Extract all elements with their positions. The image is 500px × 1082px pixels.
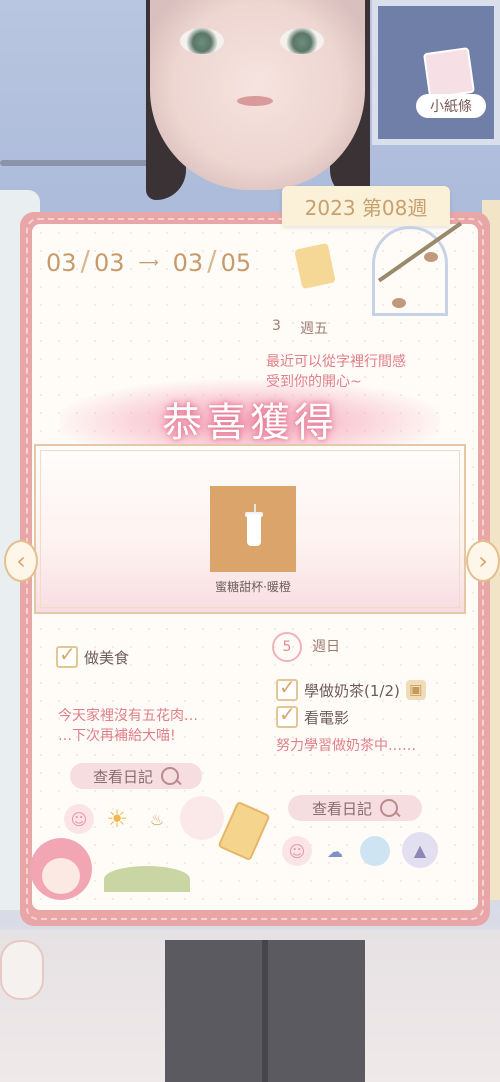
checkbox-icon <box>56 642 78 668</box>
start-month: 03 <box>46 249 77 277</box>
date-slash: / <box>80 244 90 277</box>
todo-item: 做美食 <box>56 642 130 668</box>
note-photo-icon <box>423 47 475 99</box>
end-month: 03 <box>172 249 204 277</box>
note-button[interactable]: 小紙條 <box>410 47 490 120</box>
date-slash: / <box>207 244 217 277</box>
todo-label: 看電影 <box>304 708 350 727</box>
checkbox-icon <box>276 675 298 701</box>
reward-item-name: 蜜糖甜杯·暖橙 <box>215 580 291 594</box>
note-label: 小紙條 <box>416 94 486 118</box>
date-range: 03 / 03 ⟶ 03 / 05 <box>46 244 251 277</box>
paw-charm-icon <box>0 940 44 1000</box>
view-diary-button[interactable]: 查看日記 <box>288 795 422 821</box>
gift-icon[interactable]: ▣ <box>405 680 426 700</box>
diary-entry-text: 努力學習做奶茶中…… <box>276 738 416 754</box>
cooking-sticker-icon[interactable]: ♨ <box>142 804 172 834</box>
checkbox-icon <box>276 702 298 728</box>
week-tab: 2023 第08週 <box>282 186 450 226</box>
sun-sticker-icon[interactable]: ☀ <box>102 804 132 834</box>
diary-entry-text: 今天家裡沒有五花肉… …下次再補給大喵! <box>58 708 198 744</box>
empty-sticker-slot[interactable] <box>180 796 224 840</box>
character-eye <box>180 28 224 54</box>
end-day: 05 <box>220 249 252 277</box>
start-day: 03 <box>93 249 125 277</box>
day-number: 3 <box>272 318 281 334</box>
day-name: 週五 <box>300 321 328 337</box>
rain-cloud-sticker-icon[interactable]: ☁ <box>320 836 350 866</box>
prev-page-button[interactable]: ‹ <box>4 540 38 582</box>
character-lips <box>237 96 273 106</box>
todo-label: 做美食 <box>84 648 130 667</box>
landscape-sticker-icon[interactable] <box>360 836 390 866</box>
cup-icon <box>247 514 261 546</box>
magnifier-icon <box>161 767 179 785</box>
day-number: 5 <box>272 632 302 662</box>
hill-sticker-icon <box>104 866 190 892</box>
view-diary-label: 查看日記 <box>311 799 372 818</box>
next-page-button[interactable]: › <box>466 540 500 582</box>
todo-item: 學做奶茶(1/2) ▣ <box>276 675 426 701</box>
movie-sticker-icon[interactable]: ▲ <box>402 832 438 868</box>
character-legs <box>165 940 365 1082</box>
view-diary-button[interactable]: 查看日記 <box>70 763 202 789</box>
mood-sticker-icon[interactable]: ☺ <box>282 836 312 866</box>
chevron-right-icon: › <box>478 547 488 575</box>
mood-sticker-icon[interactable]: ☺ <box>64 804 94 834</box>
magnifier-icon <box>380 799 398 817</box>
bird-icon <box>392 298 406 308</box>
bird-icon <box>424 252 438 262</box>
todo-item: 看電影 <box>276 702 350 728</box>
character-face <box>150 0 365 190</box>
view-diary-label: 查看日記 <box>92 767 153 786</box>
reward-title: 恭喜獲得 <box>162 400 338 446</box>
chevron-left-icon: ‹ <box>16 547 26 575</box>
day-name: 週日 <box>312 639 340 655</box>
arrow-icon: ⟶ <box>138 255 159 271</box>
todo-label: 學做奶茶(1/2) <box>304 681 400 700</box>
character-eye <box>280 28 324 54</box>
chibi-girl-face-icon <box>42 858 80 894</box>
